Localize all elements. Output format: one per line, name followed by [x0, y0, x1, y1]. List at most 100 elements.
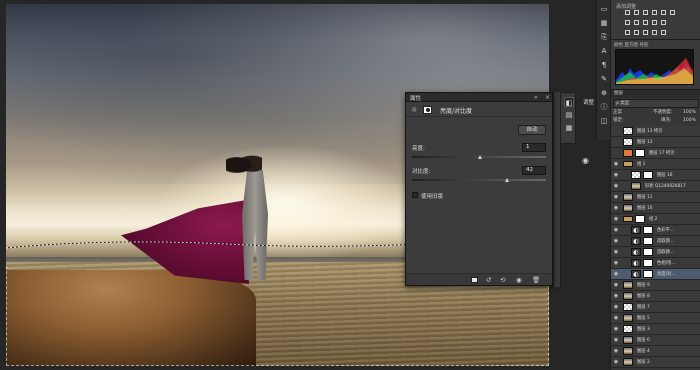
character-icon[interactable]: A — [599, 46, 609, 56]
layer-row[interactable]: ◉ ◐ 亮度/对... — [611, 269, 700, 280]
layer-mask-thumbnail[interactable] — [643, 226, 653, 234]
clip-to-layer-icon[interactable] — [471, 277, 478, 283]
layer-visibility-eye-icon[interactable]: ◉ — [612, 260, 620, 267]
layer-visibility-eye-icon[interactable]: ◉ — [612, 238, 620, 245]
layer-thumbnail[interactable] — [623, 325, 633, 333]
adjustment-layer-icon[interactable]: ◐ — [631, 237, 641, 245]
layer-visibility-eye-icon[interactable]: ◉ — [612, 348, 620, 355]
layer-mask-thumbnail[interactable] — [643, 171, 653, 179]
layer-thumbnail[interactable] — [623, 138, 633, 146]
selective-color-adj-icon[interactable] — [661, 30, 666, 35]
layer-thumbnail[interactable] — [631, 171, 641, 179]
layer-visibility-eye-icon[interactable]: ◉ — [612, 194, 620, 201]
bw-adj-icon[interactable] — [634, 20, 639, 25]
layer-visibility-eye-icon[interactable]: ◉ — [612, 304, 620, 311]
close-panel-icon[interactable]: × — [545, 94, 550, 101]
layer-thumbnail[interactable] — [623, 281, 633, 289]
layer-row[interactable]: ◉ 图层 9 — [611, 280, 700, 291]
layer-thumbnail[interactable] — [623, 314, 633, 322]
layer-row[interactable]: ◉ 形状 Q1240826817 — [611, 181, 700, 192]
layer-mask-thumbnail[interactable] — [643, 259, 653, 267]
layer-row[interactable]: ◉ 图层 3 — [611, 324, 700, 335]
sun-icon[interactable]: ☼ — [411, 106, 419, 114]
brush-icon[interactable]: ✎ — [599, 74, 609, 84]
layers-icon[interactable]: ◫ — [599, 116, 609, 126]
layer-thumbnail[interactable] — [623, 127, 633, 135]
properties-tab[interactable]: 属性 — [410, 94, 421, 102]
legacy-checkbox[interactable] — [412, 192, 418, 198]
invert-adj-icon[interactable] — [625, 30, 630, 35]
vibrance-adj-icon[interactable] — [661, 10, 666, 15]
folder-icon[interactable] — [623, 161, 633, 167]
swatches-icon[interactable]: ▤ — [564, 110, 574, 120]
contrast-input[interactable]: 42 — [522, 166, 546, 175]
layer-visibility-eye-icon[interactable]: ◉ — [612, 293, 620, 300]
threshold-adj-icon[interactable] — [643, 30, 648, 35]
layer-row[interactable]: 图层 13 拷贝 — [611, 126, 700, 137]
layer-row[interactable]: ◉ 图层 5 — [611, 313, 700, 324]
layer-row[interactable]: ◉ 图层 16 — [611, 170, 700, 181]
layer-visibility-eye-icon[interactable]: ◉ — [612, 315, 620, 322]
view-previous-icon[interactable]: ↺ — [486, 276, 491, 284]
layer-row[interactable]: ◉ 组 2 — [611, 214, 700, 225]
layer-mask-thumbnail[interactable] — [643, 270, 653, 278]
lookup-adj-icon[interactable] — [661, 20, 666, 25]
blend-mode-select[interactable]: 正常 — [613, 110, 622, 115]
layer-row[interactable]: ◉ ◐ 色彩平... — [611, 225, 700, 236]
reset-icon[interactable]: ⟲ — [500, 276, 505, 284]
exposure-adj-icon[interactable] — [652, 10, 657, 15]
layer-visibility-eye-icon[interactable]: ◉ — [612, 271, 620, 278]
adjustment-layer-icon[interactable]: ◐ — [631, 259, 641, 267]
paragraph-icon[interactable]: ¶ — [599, 60, 609, 70]
properties-titlebar[interactable]: 属性 » × — [406, 93, 552, 102]
adjustments-panel-icon[interactable]: ◧ — [564, 97, 574, 107]
info-icon[interactable]: ⓘ — [599, 102, 609, 112]
photo-filter-adj-icon[interactable] — [643, 20, 648, 25]
layer-row[interactable]: ◉ 图层 10 — [611, 203, 700, 214]
color-balance-adj-icon[interactable] — [625, 20, 630, 25]
grid-icon[interactable]: ▦ — [564, 123, 574, 133]
contrast-slider-track[interactable] — [412, 179, 546, 181]
mixer-adj-icon[interactable] — [652, 20, 657, 25]
layer-mask-thumbnail[interactable] — [643, 237, 653, 245]
layer-row[interactable]: ◉ 图层 6 — [611, 335, 700, 346]
trash-icon[interactable]: 🗑 — [532, 276, 540, 284]
layer-visibility-eye-icon[interactable]: ◉ — [612, 161, 620, 168]
layer-thumbnail[interactable] — [631, 182, 641, 190]
layer-visibility-eye-icon[interactable] — [612, 150, 620, 157]
hue-adj-icon[interactable] — [670, 10, 675, 15]
brightness-slider-thumb[interactable] — [477, 155, 482, 159]
layer-visibility-eye-icon[interactable]: ◉ — [612, 205, 620, 212]
adjustment-layer-icon[interactable]: ◐ — [631, 226, 641, 234]
layer-visibility-eye-icon[interactable]: ◉ — [612, 183, 620, 190]
auto-button[interactable]: 自动 — [518, 125, 546, 135]
swatch-icon[interactable]: ▦ — [599, 18, 609, 28]
gradient-map-adj-icon[interactable] — [652, 30, 657, 35]
opacity-value[interactable]: 100% — [683, 109, 696, 117]
folder-icon[interactable] — [623, 216, 633, 222]
mask-icon[interactable] — [423, 106, 432, 114]
layer-row[interactable]: ◉ 图层 7 — [611, 302, 700, 313]
brightness-adj-icon[interactable] — [625, 10, 630, 15]
layer-thumbnail[interactable] — [623, 292, 633, 300]
layers-tab[interactable]: 图层 — [611, 90, 700, 98]
arrange-icon[interactable]: ▭ — [599, 4, 609, 14]
layer-thumbnail[interactable] — [623, 204, 633, 212]
clone-icon[interactable]: ⊕ — [599, 88, 609, 98]
history-icon[interactable]: ⎘ — [599, 32, 609, 42]
layer-visibility-eye-icon[interactable] — [612, 139, 620, 146]
levels-adj-icon[interactable] — [634, 10, 639, 15]
layer-thumbnail[interactable] — [623, 358, 633, 366]
posterize-adj-icon[interactable] — [634, 30, 639, 35]
contrast-slider-thumb[interactable] — [504, 178, 509, 182]
layer-row[interactable]: 图层 13 — [611, 137, 700, 148]
layer-row[interactable]: ◉ ◐ 选取颜... — [611, 236, 700, 247]
layer-row[interactable]: ◉ ◐ 色相/饱... — [611, 258, 700, 269]
layer-visibility-eye-icon[interactable]: ◉ — [612, 337, 620, 344]
histogram-tabs[interactable]: 颜色 直方图 导航 — [614, 42, 648, 48]
layer-row[interactable]: ◉ ◐ 选取颜... — [611, 247, 700, 258]
layer-visibility-eye-icon[interactable]: ◉ — [612, 216, 620, 223]
collapsed-panel-label[interactable]: 调整 — [583, 98, 594, 106]
layer-thumbnail[interactable] — [623, 303, 633, 311]
layer-mask-thumbnail[interactable] — [635, 215, 645, 223]
